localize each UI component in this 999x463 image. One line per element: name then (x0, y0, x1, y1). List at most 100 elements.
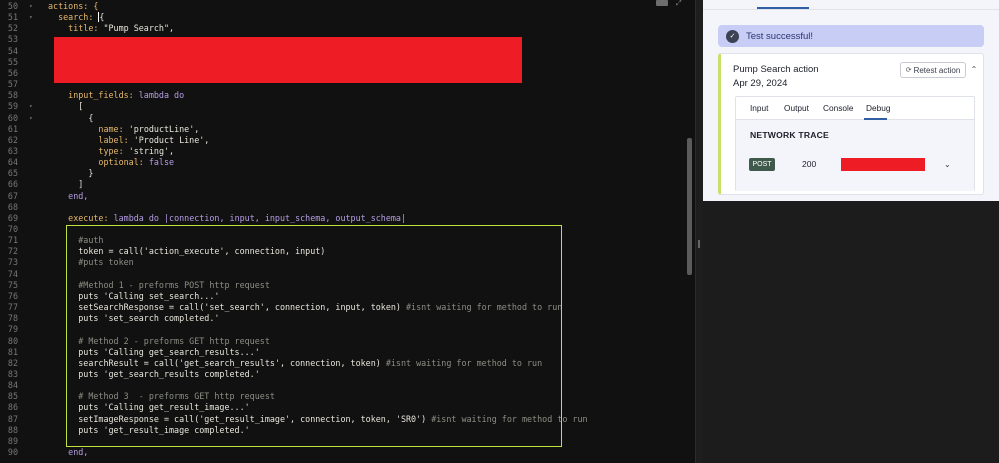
line-number: 86 (7, 402, 18, 413)
code-token: title: (48, 23, 104, 34)
fold-arrow-icon[interactable]: ▾ (29, 12, 33, 23)
fold-arrow-icon[interactable]: ▾ (29, 1, 33, 12)
panel-toggle-icon[interactable] (656, 0, 668, 6)
success-toast: ✓ Test successful! (718, 25, 984, 47)
line-code: search: { (48, 12, 105, 23)
action-result-card: Pump Search action Apr 29, 2024 ⟳ Retest… (718, 53, 984, 195)
code-token: type: (48, 145, 129, 156)
pane-divider[interactable] (695, 0, 703, 463)
top-tabs-border (703, 9, 999, 10)
http-method-badge: POST (749, 158, 775, 171)
line-number: 90 (7, 447, 18, 457)
code-token: name: (48, 123, 129, 134)
line-number: 73 (7, 257, 18, 268)
retest-action-button[interactable]: ⟳ Retest action (900, 62, 966, 78)
check-badge-icon: ✓ (726, 29, 739, 43)
retest-label: Retest action (913, 65, 961, 75)
network-trace-title: NETWORK TRACE (750, 130, 829, 140)
code-token: execute: (48, 212, 114, 223)
line-number: 51 (7, 12, 18, 23)
line-code: type: 'string', (48, 146, 174, 157)
tab-debug[interactable]: Debug (866, 103, 890, 113)
line-number: 62 (7, 134, 18, 145)
code-token: end, (48, 190, 89, 201)
code-line[interactable]: 51 ▾ search: { (0, 12, 695, 23)
line-number: 63 (7, 145, 18, 156)
code-token: [ (48, 101, 84, 112)
editor-scrollbar[interactable] (687, 138, 692, 275)
line-number: 76 (7, 290, 18, 301)
fold-arrow-icon[interactable]: ▾ (29, 113, 33, 124)
code-editor[interactable]: 50 ▾ actions: {51 ▾ search: {52 title: "Pum… (0, 0, 695, 463)
card-title: Pump Search action (733, 64, 819, 75)
panel-empty-area (703, 201, 999, 463)
code-line[interactable]: 69 execute: lambda do |connection, input… (0, 213, 695, 224)
network-trace-section: NETWORK TRACE POST 200 ⌄ (736, 120, 974, 191)
line-number: 74 (7, 268, 18, 279)
line-number: 68 (7, 201, 18, 212)
toast-text: Test successful! (746, 30, 814, 42)
line-code: optional: false (48, 157, 174, 168)
code-line[interactable]: 58 input_fields: lambda do (0, 90, 695, 101)
line-number: 70 (7, 224, 18, 234)
code-line[interactable]: 66 ] (0, 179, 695, 190)
tab-output[interactable]: Output (784, 103, 809, 113)
line-code: title: "Pump Search", (48, 23, 174, 34)
redacted-url (841, 158, 925, 171)
line-number: 53 (7, 34, 18, 45)
line-number: 60 (7, 112, 18, 123)
code-line[interactable]: 68 (0, 202, 695, 213)
tab-console[interactable]: Console (823, 103, 853, 113)
result-tabs: Input Output Console Debug (736, 97, 974, 120)
line-number: 71 (7, 235, 18, 246)
line-number: 80 (7, 335, 18, 346)
line-number: 61 (7, 123, 18, 134)
resize-handle-icon[interactable]: ‖ (697, 236, 701, 252)
line-number: 85 (7, 391, 18, 402)
line-number: 64 (7, 157, 18, 168)
line-number: 55 (7, 56, 18, 67)
code-line[interactable]: 65 } (0, 168, 695, 179)
code-line[interactable]: 63 type: 'string', (0, 146, 695, 157)
line-number: 77 (7, 302, 18, 313)
expand-icon[interactable]: ⤢ (676, 0, 686, 7)
line-number: 75 (7, 279, 18, 290)
code-token: ] (48, 179, 84, 190)
code-token: "Pump Search", (103, 23, 175, 34)
code-token: { (98, 12, 105, 23)
line-number: 81 (7, 346, 18, 357)
fold-arrow-icon[interactable]: ▾ (29, 101, 33, 112)
line-code: end, (48, 447, 88, 458)
code-line[interactable]: 60 ▾ { (0, 113, 695, 124)
line-code: end, (48, 191, 88, 202)
code-token: search: (48, 12, 99, 23)
code-line[interactable]: 67 end, (0, 191, 695, 202)
code-line[interactable]: 59 ▾ [ (0, 101, 695, 112)
code-token: 'Product Line', (133, 134, 210, 145)
code-line[interactable]: 90 end, (0, 447, 695, 458)
line-code: ] (48, 179, 83, 190)
line-number: 89 (7, 435, 18, 446)
line-number: 65 (7, 168, 18, 179)
line-number: 58 (7, 90, 18, 101)
chevron-up-icon[interactable]: ⌃ (969, 62, 979, 78)
line-code: { (48, 113, 93, 124)
result-details: Input Output Console Debug NETWORK TRACE… (735, 96, 975, 191)
code-line[interactable]: 50 ▾ actions: { (0, 1, 695, 12)
code-line[interactable]: 64 optional: false (0, 157, 695, 168)
tab-input[interactable]: Input (750, 103, 768, 113)
highlight-box (66, 225, 562, 447)
line-number: 82 (7, 357, 18, 368)
line-number: 57 (7, 79, 18, 90)
code-line[interactable]: 52 title: "Pump Search", (0, 23, 695, 34)
code-token: actions: { (48, 1, 99, 11)
chevron-down-icon[interactable]: ⌄ (944, 158, 951, 171)
line-number: 67 (7, 190, 18, 201)
code-line[interactable]: 62 label: 'Product Line', (0, 135, 695, 146)
line-number: 52 (7, 23, 18, 34)
code-token: false (148, 157, 175, 168)
line-number: 79 (7, 324, 18, 335)
line-number: 87 (7, 413, 18, 424)
code-line[interactable]: 61 name: 'productLine', (0, 124, 695, 135)
line-code: input_fields: lambda do (48, 90, 184, 101)
